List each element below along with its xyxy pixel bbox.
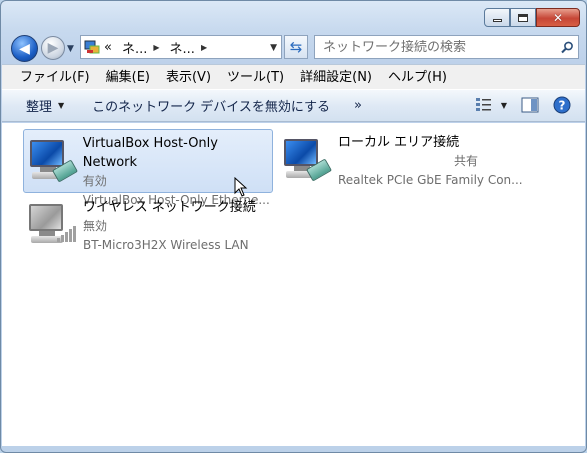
breadcrumb-segment-2[interactable]: ネ... ▶ (170, 38, 208, 57)
menu-bar: ファイル(F) 編集(E) 表示(V) ツール(T) 詳細設定(N) ヘルプ(H… (2, 64, 585, 89)
disable-device-label: このネットワーク デバイスを無効にする (92, 100, 331, 115)
chevron-right-icon: ▶ (200, 42, 208, 52)
signal-bars-icon (57, 226, 76, 242)
organize-label: 整理 (26, 100, 53, 115)
connection-text: ローカル エリア接続 共有 Realtek PCIe GbE Family Co… (338, 129, 523, 193)
chevron-right-icon: ▶ (153, 42, 160, 52)
help-button[interactable]: ? (553, 96, 571, 114)
address-overflow[interactable]: « (104, 40, 112, 55)
back-button[interactable]: ◀ (11, 35, 38, 62)
connection-status: 無効 (83, 219, 108, 233)
connection-name: ワイヤレス ネットワーク接続 (83, 200, 256, 215)
organize-button[interactable]: 整理 ▼ (2, 96, 74, 115)
breadcrumb-segment-1[interactable]: ネ... ▶ (122, 38, 160, 57)
menu-view[interactable]: 表示(V) (158, 65, 219, 90)
view-controls: ▼ ? (475, 96, 571, 114)
refresh-button[interactable]: ⇆ (284, 35, 308, 59)
connection-device: Realtek PCIe GbE Family Con... (338, 173, 523, 187)
search-icon[interactable] (556, 41, 578, 54)
menu-tools[interactable]: ツール(T) (219, 65, 292, 90)
close-icon: ✕ (552, 10, 564, 25)
menu-file[interactable]: ファイル(F) (12, 65, 98, 90)
connection-status: 共有 (454, 154, 479, 168)
forward-button[interactable]: ▶ (41, 36, 65, 60)
address-dropdown-icon[interactable]: ▼ (270, 43, 277, 53)
connection-text: ワイヤレス ネットワーク接続 無効 BT-Micro3H2X Wireless … (83, 194, 256, 258)
network-folder-icon (84, 40, 100, 54)
preview-pane-icon (521, 97, 539, 113)
connection-device: BT-Micro3H2X Wireless LAN (83, 238, 249, 252)
caption-buttons: ✕ (484, 8, 580, 27)
connections-list: VirtualBox Host-Only Network 有効 VirtualB… (2, 123, 585, 446)
chevron-down-icon: ▼ (58, 101, 65, 110)
connection-item-local-area[interactable]: ローカル エリア接続 共有 Realtek PCIe GbE Family Co… (278, 129, 528, 193)
monitor-icon (284, 139, 318, 166)
disable-device-button[interactable]: このネットワーク デバイスを無効にする (82, 96, 340, 115)
menu-edit[interactable]: 編集(E) (98, 65, 158, 90)
connection-name: ローカル エリア接続 (338, 135, 460, 150)
breadcrumb-label-2: ネ... (169, 41, 195, 57)
network-connections-window: ✕ ◀ ▶ ▼ « ネ... ▶ ネ... ▶ ▼ ⇆ ファイル(F) 編集(E) … (0, 0, 587, 453)
more-commands-label: » (354, 98, 363, 113)
search-input[interactable] (315, 39, 556, 55)
network-adapter-icon (28, 134, 81, 188)
address-bar[interactable]: « ネ... ▶ ネ... ▶ ▼ (80, 35, 282, 59)
chevron-down-icon: ▼ (500, 100, 507, 110)
refresh-icon: ⇆ (289, 38, 303, 56)
breadcrumb-label-1: ネ... (121, 41, 148, 57)
preview-pane-button[interactable] (521, 97, 539, 113)
maximize-button[interactable] (510, 8, 536, 27)
minimize-button[interactable] (484, 8, 510, 27)
command-bar: 整理 ▼ このネットワーク デバイスを無効にする » ▼ ? (2, 89, 585, 122)
change-view-button[interactable]: ▼ (475, 97, 507, 113)
svg-text:?: ? (559, 99, 566, 113)
minimize-icon (492, 19, 502, 22)
menu-advanced[interactable]: 詳細設定(N) (292, 65, 380, 90)
connection-item-wireless[interactable]: ワイヤレス ネットワーク接続 無効 BT-Micro3H2X Wireless … (23, 194, 273, 258)
mouse-pointer-icon (234, 177, 248, 197)
network-adapter-icon (282, 133, 336, 187)
forward-arrow-icon: ▶ (47, 40, 59, 56)
help-icon: ? (553, 96, 571, 114)
recent-pages-dropdown[interactable]: ▼ (67, 44, 74, 54)
maximize-icon (518, 13, 528, 22)
more-commands-button[interactable]: » (344, 98, 372, 113)
connection-name: VirtualBox Host-Only Network (82, 136, 218, 170)
menu-help[interactable]: ヘルプ(H) (380, 65, 455, 90)
close-button[interactable]: ✕ (536, 8, 580, 27)
monitor-icon (30, 140, 64, 167)
view-options-icon (475, 98, 491, 111)
search-box[interactable] (314, 35, 579, 59)
back-arrow-icon: ◀ (19, 40, 30, 57)
wireless-adapter-icon (27, 198, 81, 252)
